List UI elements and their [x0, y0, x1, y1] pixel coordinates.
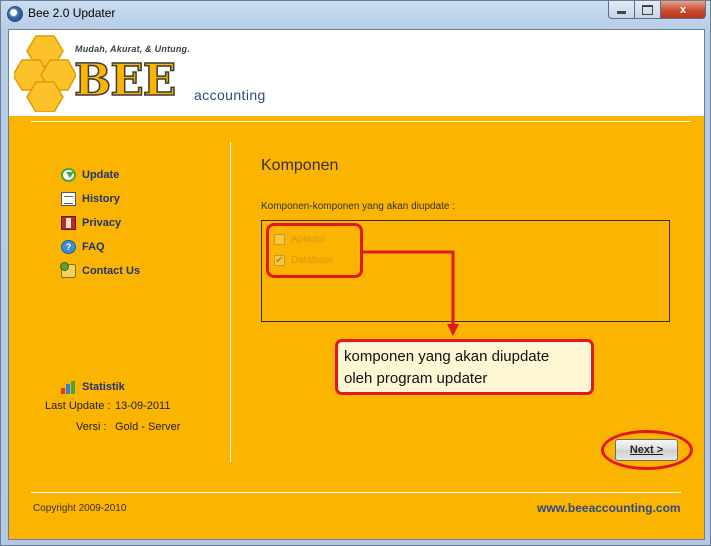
- window-controls: x: [608, 1, 706, 20]
- panel-title: Komponen: [261, 157, 339, 174]
- title-bar[interactable]: Bee 2.0 Updater x: [1, 1, 710, 27]
- client-area: Mudah, Akurat, & Untung. BEE accounting …: [8, 29, 705, 540]
- minimize-button[interactable]: [608, 1, 635, 19]
- website-link[interactable]: www.beeaccounting.com: [537, 501, 681, 515]
- stats-title: Statistik: [82, 381, 125, 393]
- update-icon: [61, 168, 76, 182]
- nav-item-faq[interactable]: ? FAQ: [61, 235, 140, 259]
- header: Mudah, Akurat, & Untung. BEE accounting: [9, 30, 704, 116]
- sidebar-nav: Update History Privacy ? FAQ Contact Us: [60, 163, 141, 283]
- nav-item-statistik[interactable]: Statistik: [61, 375, 125, 399]
- copyright-text: Copyright 2009-2010: [33, 503, 127, 514]
- nav-item-update[interactable]: Update: [61, 163, 140, 187]
- next-button[interactable]: Next >: [615, 439, 678, 461]
- footer-divider: [31, 492, 681, 493]
- callout-line: oleh program updater: [344, 370, 488, 387]
- nav-label: History: [82, 193, 120, 205]
- last-update-label: Last Update :: [45, 400, 111, 412]
- maximize-button[interactable]: [635, 1, 661, 19]
- contact-icon: [60, 262, 76, 278]
- bar-chart-icon: [61, 380, 76, 394]
- nav-label: Privacy: [82, 217, 122, 229]
- minimize-icon: [617, 11, 626, 14]
- updater-window: Bee 2.0 Updater x Mudah, Akurat, & Untun…: [0, 0, 711, 546]
- privacy-icon: [61, 216, 76, 230]
- vertical-divider: [230, 142, 231, 462]
- logo-suffix: accounting: [194, 87, 266, 103]
- maximize-icon: [642, 4, 653, 15]
- window-title: Bee 2.0 Updater: [28, 6, 116, 20]
- app-icon: [7, 6, 23, 22]
- close-button[interactable]: x: [661, 1, 706, 19]
- nav-label: Contact Us: [82, 265, 141, 277]
- highlight-ring: [266, 223, 363, 278]
- callout-line: komponen yang akan diupdate: [344, 348, 550, 365]
- stats-section: Statistik Last Update : 13-09-2011 Versi…: [45, 375, 180, 433]
- honeycomb-icon: [14, 35, 76, 112]
- nav-item-contact[interactable]: Contact Us: [60, 259, 141, 283]
- version-label: Versi :: [76, 421, 107, 433]
- logo-tagline: Mudah, Akurat, & Untung.: [75, 44, 190, 54]
- last-update-value: 13-09-2011: [115, 400, 171, 412]
- nav-label: Update: [82, 169, 120, 181]
- version-value: Gold - Server: [115, 421, 181, 433]
- faq-icon: ?: [61, 240, 76, 254]
- annotation-callout: komponen yang akan diupdate oleh program…: [335, 339, 594, 395]
- nav-item-privacy[interactable]: Privacy: [61, 211, 140, 235]
- history-icon: [61, 192, 76, 206]
- header-divider: [31, 121, 691, 122]
- nav-label: FAQ: [82, 241, 105, 253]
- panel-subtitle: Komponen-komponen yang akan diupdate :: [261, 201, 456, 212]
- logo-brand: BEE: [73, 55, 177, 107]
- close-icon: x: [679, 3, 687, 16]
- bee-logo: Mudah, Akurat, & Untung. BEE accounting: [14, 34, 274, 114]
- nav-item-history[interactable]: History: [61, 187, 140, 211]
